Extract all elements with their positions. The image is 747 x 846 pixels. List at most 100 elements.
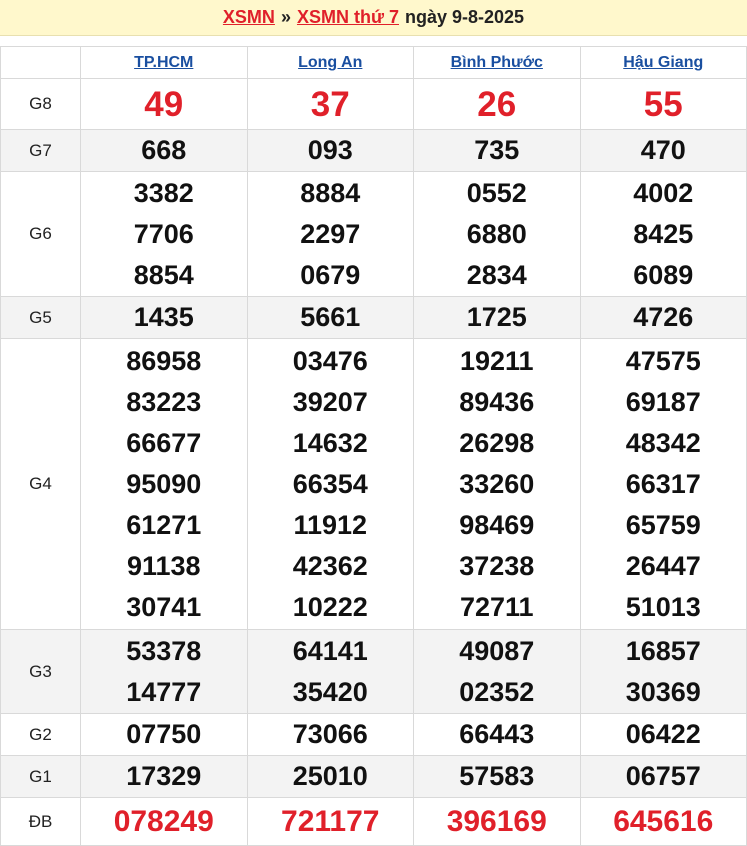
prize-cell: 4726 bbox=[579, 296, 747, 339]
prize-cell: 668 bbox=[80, 129, 248, 172]
prize-cell: 4002 8425 6089 bbox=[579, 171, 747, 297]
prize-number: 2834 bbox=[466, 259, 527, 290]
prize-number: 49087 bbox=[459, 635, 535, 666]
prize-cell: 86958 83223 66677 95090 61271 91138 30741 bbox=[80, 338, 248, 630]
prize-cell: 17329 bbox=[80, 755, 248, 798]
prize-number: 86958 bbox=[126, 345, 202, 376]
prize-number: 72711 bbox=[459, 591, 534, 622]
breadcrumb-separator: » bbox=[280, 7, 291, 27]
results-table: TP.HCM Long An Bình Phước Hậu Giang G8 49… bbox=[0, 46, 747, 846]
prize-label: G3 bbox=[0, 629, 81, 714]
prize-number: 735 bbox=[474, 135, 520, 165]
prize-cell: 73066 bbox=[246, 713, 414, 756]
prize-number: 49 bbox=[144, 84, 184, 124]
prize-label: G6 bbox=[0, 171, 81, 297]
xsmn-link[interactable]: XSMN bbox=[223, 7, 275, 28]
prize-number: 30369 bbox=[625, 676, 701, 707]
prize-cell: 53378 14777 bbox=[80, 629, 248, 714]
prize-label: G2 bbox=[0, 713, 81, 756]
prize-number: 42362 bbox=[292, 550, 368, 581]
prize-number: 61271 bbox=[126, 509, 202, 540]
prize-cell: 721177 bbox=[246, 797, 414, 846]
prize-cell: 1435 bbox=[80, 296, 248, 339]
province-link-binh-phuoc[interactable]: Bình Phước bbox=[451, 54, 543, 71]
prize-number: 47575 bbox=[625, 345, 701, 376]
prize-cell: 0552 6880 2834 bbox=[413, 171, 581, 297]
draw-date: ngày 9-8-2025 bbox=[405, 7, 525, 27]
prize-cell: 1725 bbox=[413, 296, 581, 339]
province-link-long-an[interactable]: Long An bbox=[298, 54, 362, 71]
prize-row-g7: G7 668 093 735 470 bbox=[0, 129, 747, 172]
prize-cell: 26 bbox=[413, 78, 581, 130]
prize-number: 95090 bbox=[126, 468, 202, 499]
prize-number: 470 bbox=[640, 135, 686, 165]
prize-number: 66317 bbox=[625, 468, 701, 499]
prize-number: 37238 bbox=[459, 550, 535, 581]
prize-row-g5: G5 1435 5661 1725 4726 bbox=[0, 296, 747, 339]
prize-number: 1435 bbox=[133, 302, 194, 332]
province-link-tphcm[interactable]: TP.HCM bbox=[134, 54, 193, 71]
prize-cell: 396169 bbox=[413, 797, 581, 846]
prize-number: 11912 bbox=[293, 509, 368, 540]
prize-number: 3382 bbox=[133, 177, 194, 208]
province-link-hau-giang[interactable]: Hậu Giang bbox=[623, 54, 703, 71]
prize-number: 17329 bbox=[126, 761, 202, 791]
prize-number: 26447 bbox=[625, 550, 701, 581]
province-header: TP.HCM bbox=[80, 46, 248, 79]
prize-number: 14777 bbox=[126, 676, 202, 707]
prize-number: 35420 bbox=[292, 676, 368, 707]
prize-number: 10222 bbox=[292, 591, 368, 622]
prize-cell: 078249 bbox=[80, 797, 248, 846]
prize-row-g2: G2 07750 73066 66443 06422 bbox=[0, 713, 747, 756]
prize-cell: 25010 bbox=[246, 755, 414, 798]
prize-number: 16857 bbox=[625, 635, 701, 666]
prize-cell: 64141 35420 bbox=[246, 629, 414, 714]
prize-number: 53378 bbox=[126, 635, 202, 666]
prize-number: 91138 bbox=[126, 550, 201, 581]
prize-cell: 470 bbox=[579, 129, 747, 172]
prize-number: 39207 bbox=[292, 386, 368, 417]
prize-number: 4002 bbox=[633, 177, 694, 208]
prize-number: 6880 bbox=[466, 218, 527, 249]
prize-cell: 5661 bbox=[246, 296, 414, 339]
prize-number: 65759 bbox=[625, 509, 701, 540]
prize-cell: 03476 39207 14632 66354 11912 42362 10222 bbox=[246, 338, 414, 630]
prize-number: 03476 bbox=[292, 345, 368, 376]
prize-cell: 06422 bbox=[579, 713, 747, 756]
prize-number: 89436 bbox=[459, 386, 535, 417]
xsmn-saturday-link[interactable]: XSMN thứ 7 bbox=[297, 7, 399, 28]
prize-number: 5661 bbox=[300, 302, 361, 332]
prize-number: 55 bbox=[643, 84, 683, 124]
prize-number: 14632 bbox=[292, 427, 368, 458]
prize-number: 8425 bbox=[633, 218, 694, 249]
prize-number: 1725 bbox=[466, 302, 527, 332]
prize-number: 69187 bbox=[625, 386, 701, 417]
prize-number: 07750 bbox=[126, 719, 202, 749]
prize-label: ĐB bbox=[0, 797, 81, 846]
prize-number: 645616 bbox=[613, 805, 714, 838]
prize-number: 06422 bbox=[625, 719, 701, 749]
prize-row-g1: G1 17329 25010 57583 06757 bbox=[0, 755, 747, 798]
prize-number: 0679 bbox=[300, 259, 361, 290]
prize-cell: 093 bbox=[246, 129, 414, 172]
prize-cell: 645616 bbox=[579, 797, 747, 846]
prize-cell: 47575 69187 48342 66317 65759 26447 51013 bbox=[579, 338, 747, 630]
prize-label: G8 bbox=[0, 78, 81, 130]
prize-number: 25010 bbox=[292, 761, 368, 791]
prize-number: 19211 bbox=[459, 345, 534, 376]
province-header: Long An bbox=[246, 46, 414, 79]
prize-cell: 07750 bbox=[80, 713, 248, 756]
prize-number: 721177 bbox=[281, 805, 380, 838]
prize-number: 0552 bbox=[466, 177, 527, 208]
prize-number: 66443 bbox=[459, 719, 535, 749]
prize-number: 26298 bbox=[459, 427, 535, 458]
prize-row-db: ĐB 078249 721177 396169 645616 bbox=[0, 797, 747, 846]
prize-number: 078249 bbox=[113, 805, 214, 838]
prize-number: 8884 bbox=[300, 177, 361, 208]
prize-number: 57583 bbox=[459, 761, 535, 791]
prize-number: 37 bbox=[310, 84, 350, 124]
prize-cell: 16857 30369 bbox=[579, 629, 747, 714]
prize-row-g6: G6 3382 7706 8854 8884 2297 0679 0552 6880 2834 40… bbox=[0, 171, 747, 297]
prize-cell: 06757 bbox=[579, 755, 747, 798]
prize-number: 83223 bbox=[126, 386, 202, 417]
